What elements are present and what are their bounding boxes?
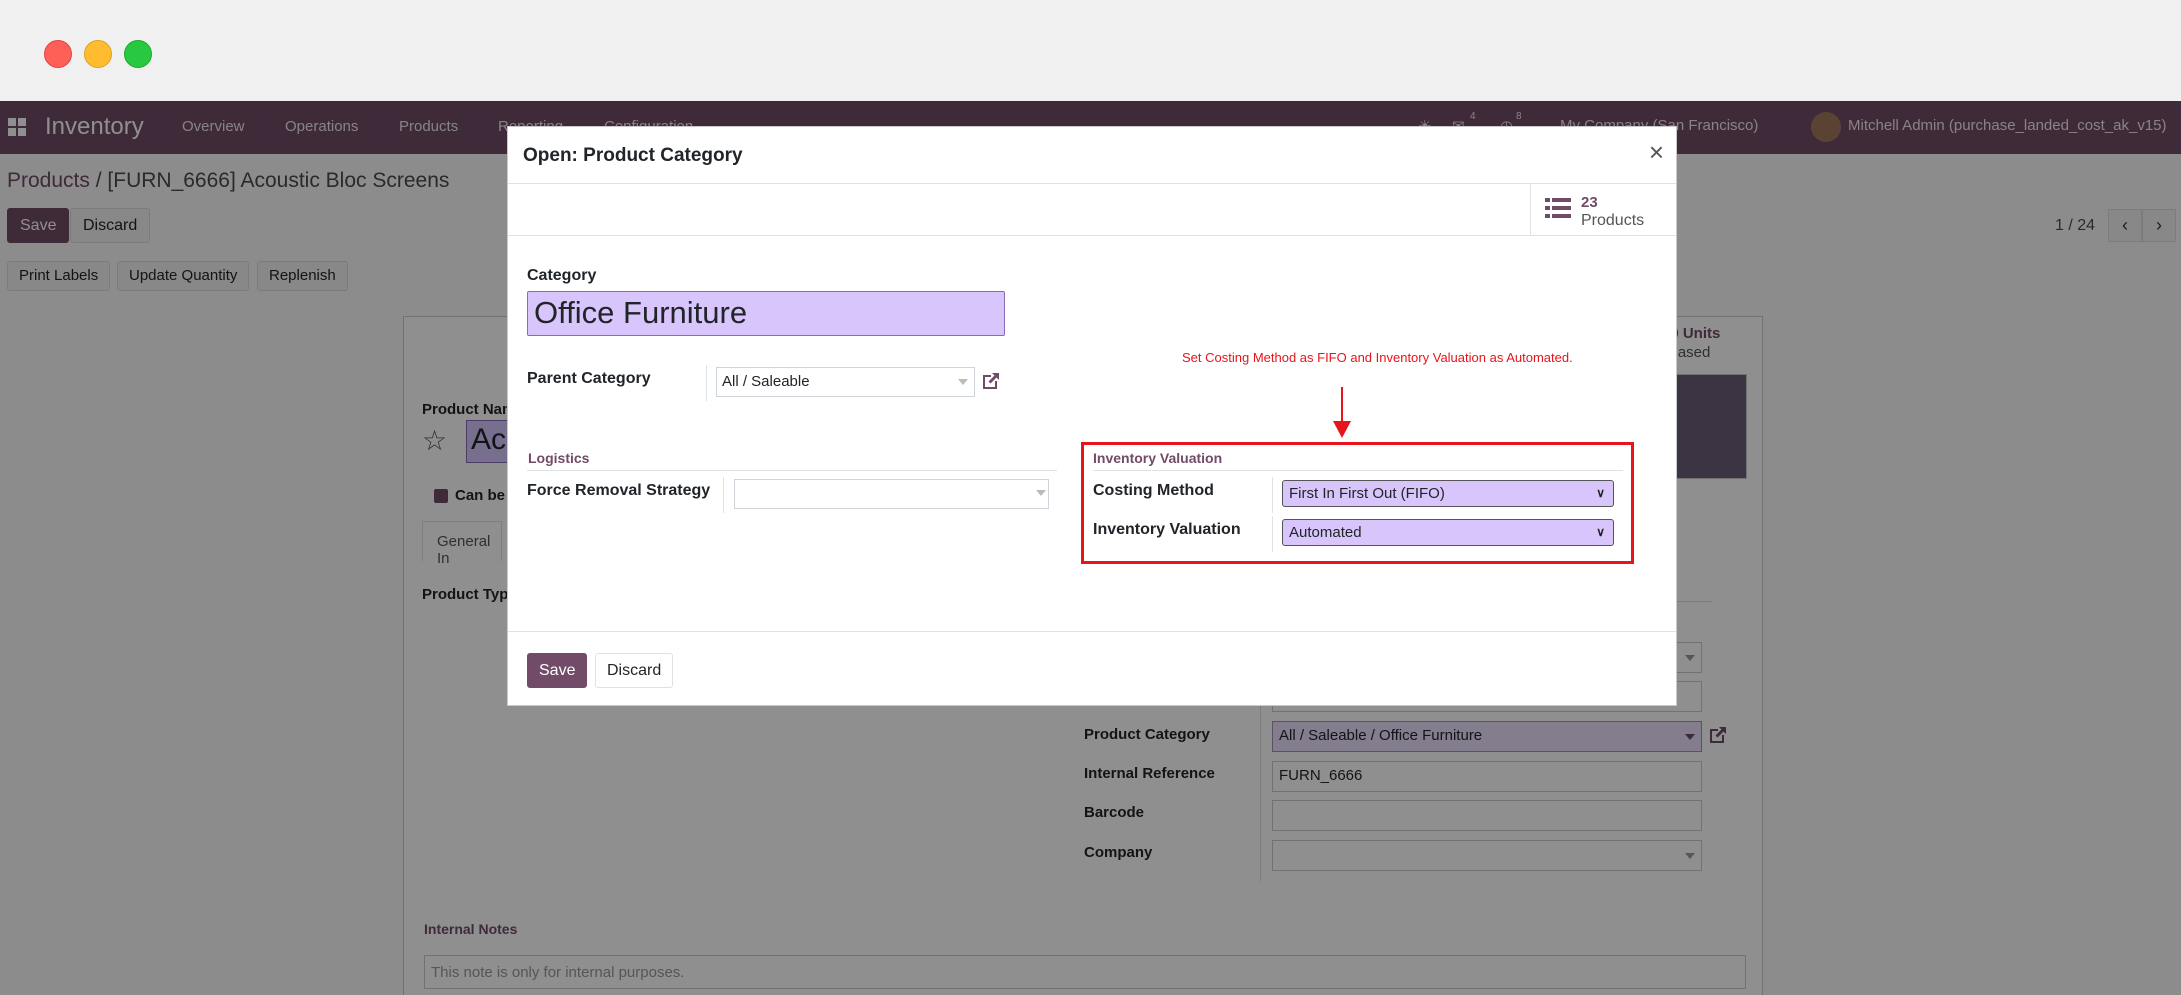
- products-count: 23: [1581, 194, 1598, 211]
- field-separator: [723, 477, 724, 513]
- list-icon: [1545, 198, 1571, 218]
- force-removal-strategy-label: Force Removal Strategy: [527, 482, 711, 499]
- field-separator: [706, 365, 707, 401]
- close-window-button[interactable]: [44, 40, 72, 68]
- parent-category-field[interactable]: All / Saleable: [716, 367, 975, 397]
- annotation-text: Set Costing Method as FIFO and Inventory…: [1182, 350, 1573, 365]
- odoo-app: Inventory Overview Operations Products R…: [0, 101, 2181, 995]
- parent-category-value: All / Saleable: [722, 373, 810, 390]
- window-titlebar: [0, 0, 2181, 101]
- annotation-arrow-head: [1333, 421, 1351, 438]
- chevron-down-icon: [1036, 490, 1046, 496]
- dialog-discard-button[interactable]: Discard: [595, 653, 674, 688]
- annotation-highlight-box: [1081, 442, 1634, 564]
- external-link-icon[interactable]: [980, 370, 1002, 392]
- dialog-save-button[interactable]: Save: [527, 653, 588, 688]
- group-divider: [527, 470, 1057, 471]
- products-label: Products: [1581, 212, 1645, 229]
- button-box: 23 Products: [508, 184, 1676, 236]
- close-icon[interactable]: ×: [1649, 139, 1664, 165]
- force-removal-strategy-field[interactable]: [734, 479, 1049, 509]
- minimize-window-button[interactable]: [84, 40, 112, 68]
- products-smart-button[interactable]: 23 Products: [1530, 184, 1676, 236]
- maximize-window-button[interactable]: [124, 40, 152, 68]
- logistics-group-title: Logistics: [528, 450, 590, 466]
- annotation-arrow: [1341, 387, 1343, 423]
- parent-category-label: Parent Category: [527, 370, 651, 387]
- category-label: Category: [527, 267, 597, 284]
- dialog-footer: Save Discard: [508, 631, 1676, 707]
- dialog-title: Open: Product Category: [523, 145, 743, 166]
- product-category-dialog: Open: Product Category × 23 Products Cat…: [507, 126, 1677, 706]
- dialog-header: Open: Product Category ×: [508, 127, 1676, 184]
- category-name-input[interactable]: Office Furniture: [527, 291, 1005, 336]
